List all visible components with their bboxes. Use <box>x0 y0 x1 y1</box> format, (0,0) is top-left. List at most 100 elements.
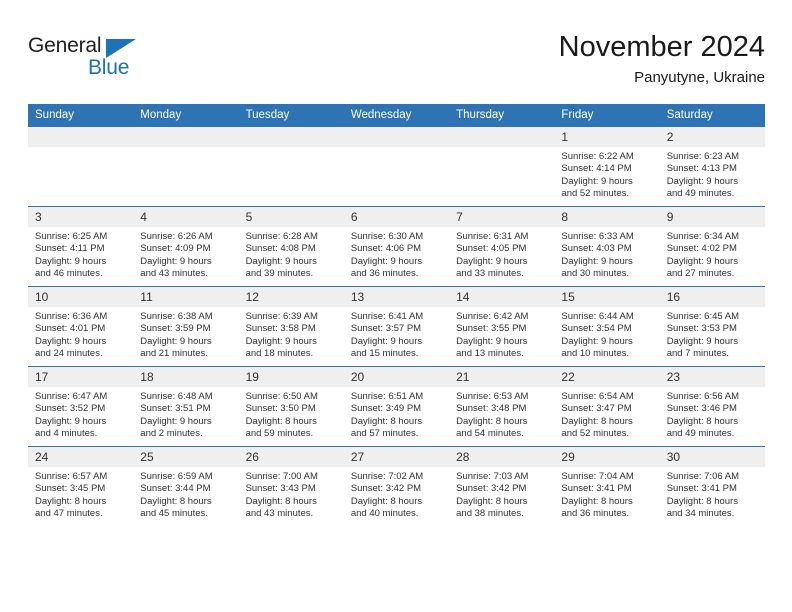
day-cell-inner: 1 Sunrise: 6:22 AM Sunset: 4:14 PM Daylight… <box>554 127 660 206</box>
day-cell-inner: 10 Sunrise: 6:36 AM Sunset: 4:01 PM Dayligh… <box>28 287 134 366</box>
day-details: Sunrise: 6:42 AM Sunset: 3:55 PM Daylight:… <box>449 307 554 361</box>
daylight-text-line1: Daylight: 9 hours <box>666 335 738 347</box>
daylight-text-line1: Daylight: 9 hours <box>140 255 212 267</box>
calendar-day-cell[interactable]: 26 Sunrise: 7:00 AM Sunset: 3:43 PM Dayligh… <box>238 446 344 526</box>
calendar-day-cell[interactable]: 6 Sunrise: 6:30 AM Sunset: 4:06 PM Daylight… <box>343 206 450 287</box>
day-number: 22 <box>554 367 660 387</box>
calendar-day-cell[interactable]: 1 Sunrise: 6:22 AM Sunset: 4:14 PM Daylight… <box>554 126 660 207</box>
calendar-week-row: 3 Sunrise: 6:25 AM Sunset: 4:11 PM Daylight… <box>28 206 765 287</box>
daylight-text-line1: Daylight: 8 hours <box>350 415 423 427</box>
sunrise-text: Sunrise: 6:54 AM <box>561 391 634 402</box>
calendar-day-cell[interactable]: 18 Sunrise: 6:48 AM Sunset: 3:51 PM Dayligh… <box>133 366 239 447</box>
weekday-header-friday: Friday <box>554 104 660 127</box>
day-number: 23 <box>659 367 765 387</box>
day-cell-inner: 26 Sunrise: 7:00 AM Sunset: 3:43 PM Dayligh… <box>238 447 344 526</box>
daylight-text-line1: Daylight: 9 hours <box>140 415 212 427</box>
daylight-text-line1: Daylight: 8 hours <box>245 415 317 427</box>
sunset-text: Sunset: 3:49 PM <box>350 403 422 415</box>
day-details: Sunrise: 6:57 AM Sunset: 3:45 PM Daylight:… <box>28 467 133 521</box>
sunrise-text: Sunrise: 6:42 AM <box>456 311 529 322</box>
calendar-day-cell[interactable]: 7 Sunrise: 6:31 AM Sunset: 4:05 PM Daylight… <box>449 206 555 287</box>
calendar-day-cell[interactable]: 27 Sunrise: 7:02 AM Sunset: 3:42 PM Dayligh… <box>343 446 450 526</box>
calendar-day-cell[interactable]: 19 Sunrise: 6:50 AM Sunset: 3:50 PM Dayligh… <box>238 366 344 447</box>
calendar-day-cell[interactable]: 4 Sunrise: 6:26 AM Sunset: 4:09 PM Daylight… <box>133 206 239 287</box>
calendar-day-cell[interactable]: 29 Sunrise: 7:04 AM Sunset: 3:41 PM Dayligh… <box>554 446 660 526</box>
day-cell-inner <box>449 127 555 206</box>
sunset-text: Sunset: 4:11 PM <box>35 243 105 255</box>
calendar-day-cell[interactable]: 24 Sunrise: 6:57 AM Sunset: 3:45 PM Dayligh… <box>28 446 134 526</box>
day-number <box>238 127 344 147</box>
calendar-day-cell[interactable]: 21 Sunrise: 6:53 AM Sunset: 3:48 PM Dayligh… <box>449 366 555 447</box>
calendar-day-cell[interactable]: 20 Sunrise: 6:51 AM Sunset: 3:49 PM Dayligh… <box>343 366 450 447</box>
day-details: Sunrise: 7:04 AM Sunset: 3:41 PM Daylight:… <box>554 467 659 521</box>
daylight-text-line2: and 43 minutes. <box>245 508 314 520</box>
sunset-text: Sunset: 3:44 PM <box>140 483 211 495</box>
daylight-text-line1: Daylight: 8 hours <box>561 415 633 427</box>
page-title: November 2024 <box>558 31 765 63</box>
day-number <box>133 127 239 147</box>
daylight-text-line1: Daylight: 9 hours <box>350 255 423 267</box>
day-cell-inner: 21 Sunrise: 6:53 AM Sunset: 3:48 PM Dayligh… <box>449 367 555 446</box>
daylight-text-line1: Daylight: 9 hours <box>561 335 633 347</box>
calendar-day-cell[interactable]: 12 Sunrise: 6:39 AM Sunset: 3:58 PM Dayligh… <box>238 286 344 367</box>
calendar-week-row: 24 Sunrise: 6:57 AM Sunset: 3:45 PM Dayligh… <box>28 446 765 526</box>
sunrise-text: Sunrise: 7:04 AM <box>561 471 634 482</box>
daylight-text-line1: Daylight: 9 hours <box>456 335 528 347</box>
day-cell-inner <box>343 127 450 206</box>
day-cell-inner: 2 Sunrise: 6:23 AM Sunset: 4:13 PM Daylight… <box>659 127 765 206</box>
daylight-text-line2: and 43 minutes. <box>140 268 208 280</box>
sunrise-text: Sunrise: 6:45 AM <box>666 311 740 322</box>
calendar-day-cell[interactable]: 23 Sunrise: 6:56 AM Sunset: 3:46 PM Dayligh… <box>659 366 765 447</box>
daylight-text-line1: Daylight: 8 hours <box>140 495 212 507</box>
calendar-day-cell[interactable]: 2 Sunrise: 6:23 AM Sunset: 4:13 PM Daylight… <box>659 126 765 207</box>
calendar-day-cell[interactable]: 9 Sunrise: 6:34 AM Sunset: 4:02 PM Daylight… <box>659 206 765 287</box>
calendar-day-cell[interactable]: 28 Sunrise: 7:03 AM Sunset: 3:42 PM Dayligh… <box>449 446 555 526</box>
day-cell-inner: 12 Sunrise: 6:39 AM Sunset: 3:58 PM Dayligh… <box>238 287 344 366</box>
calendar-day-cell[interactable]: 13 Sunrise: 6:41 AM Sunset: 3:57 PM Dayligh… <box>343 286 450 367</box>
sunset-text: Sunset: 3:43 PM <box>245 483 316 495</box>
calendar-day-cell[interactable]: 5 Sunrise: 6:28 AM Sunset: 4:08 PM Daylight… <box>238 206 344 287</box>
sunrise-text: Sunrise: 6:56 AM <box>666 391 740 402</box>
calendar-body: 1 Sunrise: 6:22 AM Sunset: 4:14 PM Daylight… <box>28 126 765 526</box>
calendar-week-row: 17 Sunrise: 6:47 AM Sunset: 3:52 PM Dayligh… <box>28 366 765 447</box>
day-number: 24 <box>28 447 134 467</box>
calendar-day-cell[interactable]: 3 Sunrise: 6:25 AM Sunset: 4:11 PM Daylight… <box>28 206 134 287</box>
calendar-day-cell[interactable]: 8 Sunrise: 6:33 AM Sunset: 4:03 PM Daylight… <box>554 206 660 287</box>
calendar-day-cell[interactable]: 16 Sunrise: 6:45 AM Sunset: 3:53 PM Dayligh… <box>659 286 765 367</box>
sunrise-text: Sunrise: 6:38 AM <box>140 311 213 322</box>
calendar-day-cell[interactable]: 10 Sunrise: 6:36 AM Sunset: 4:01 PM Dayligh… <box>28 286 134 367</box>
calendar-day-cell[interactable]: 17 Sunrise: 6:47 AM Sunset: 3:52 PM Dayligh… <box>28 366 134 447</box>
calendar-day-cell[interactable]: 25 Sunrise: 6:59 AM Sunset: 3:44 PM Dayligh… <box>133 446 239 526</box>
day-number: 10 <box>28 287 134 307</box>
day-details: Sunrise: 6:53 AM Sunset: 3:48 PM Daylight:… <box>449 387 554 441</box>
calendar-day-cell[interactable]: 22 Sunrise: 6:54 AM Sunset: 3:47 PM Dayligh… <box>554 366 660 447</box>
sunrise-text: Sunrise: 6:44 AM <box>561 311 634 322</box>
sunrise-text: Sunrise: 7:02 AM <box>350 471 424 482</box>
sunrise-text: Sunrise: 6:36 AM <box>35 311 108 322</box>
calendar-day-cell-empty <box>449 126 555 207</box>
calendar-table: Sunday Monday Tuesday Wednesday Thursday… <box>28 104 765 526</box>
sunset-text: Sunset: 3:48 PM <box>456 403 527 415</box>
day-details: Sunrise: 6:50 AM Sunset: 3:50 PM Daylight:… <box>239 387 344 441</box>
weekday-header-row: Sunday Monday Tuesday Wednesday Thursday… <box>28 104 765 127</box>
day-details: Sunrise: 6:26 AM Sunset: 4:09 PM Daylight:… <box>133 227 238 281</box>
day-number: 12 <box>238 287 344 307</box>
calendar-day-cell[interactable]: 11 Sunrise: 6:38 AM Sunset: 3:59 PM Dayligh… <box>133 286 239 367</box>
daylight-text-line2: and 21 minutes. <box>140 348 208 360</box>
day-number: 14 <box>449 287 555 307</box>
sunset-text: Sunset: 3:58 PM <box>245 323 316 335</box>
calendar-day-cell[interactable]: 14 Sunrise: 6:42 AM Sunset: 3:55 PM Dayligh… <box>449 286 555 367</box>
day-details: Sunrise: 6:25 AM Sunset: 4:11 PM Daylight:… <box>28 227 133 281</box>
daylight-text-line2: and 45 minutes. <box>140 508 208 520</box>
sunrise-text: Sunrise: 6:26 AM <box>140 231 213 242</box>
day-cell-inner: 17 Sunrise: 6:47 AM Sunset: 3:52 PM Dayligh… <box>28 367 134 446</box>
daylight-text-line2: and 52 minutes. <box>561 188 630 200</box>
sunset-text: Sunset: 3:41 PM <box>666 483 737 495</box>
calendar-day-cell[interactable]: 15 Sunrise: 6:44 AM Sunset: 3:54 PM Dayligh… <box>554 286 660 367</box>
day-cell-inner: 24 Sunrise: 6:57 AM Sunset: 3:45 PM Dayligh… <box>28 447 134 526</box>
day-cell-inner: 19 Sunrise: 6:50 AM Sunset: 3:50 PM Dayligh… <box>238 367 344 446</box>
sunrise-text: Sunrise: 6:47 AM <box>35 391 108 402</box>
page-subtitle: Panyutyne, Ukraine <box>634 69 765 86</box>
calendar-day-cell[interactable]: 30 Sunrise: 7:06 AM Sunset: 3:41 PM Dayligh… <box>659 446 765 526</box>
general-blue-logo[interactable]: General Blue <box>28 34 158 90</box>
